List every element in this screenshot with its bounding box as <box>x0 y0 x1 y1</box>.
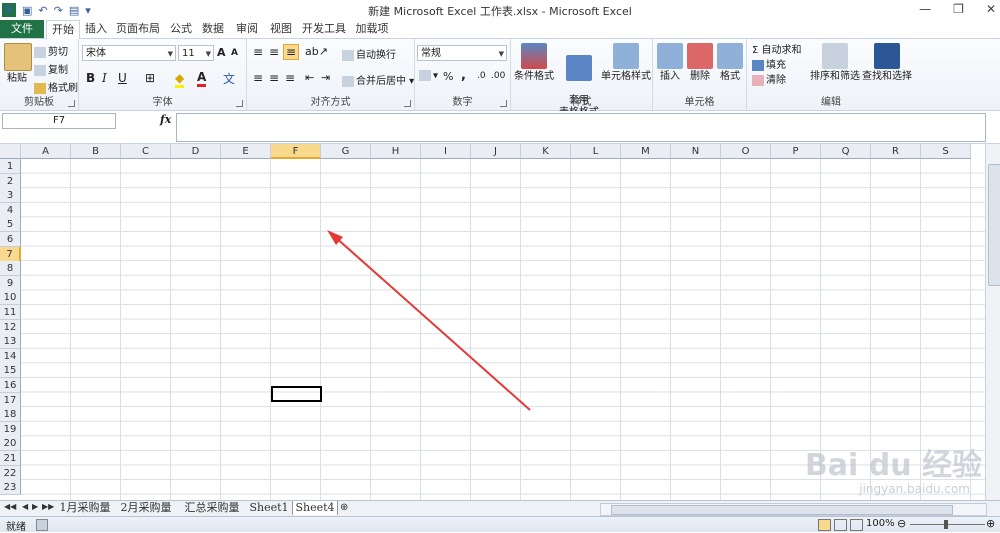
sheet-tab-sheet4[interactable]: Sheet4 <box>292 501 338 515</box>
prev-sheet-icon[interactable]: ◀ <box>22 502 28 511</box>
horizontal-scrollbar[interactable] <box>600 503 987 516</box>
next-sheet-icon[interactable]: ▶ <box>32 502 38 511</box>
sheet-tab-sheet1[interactable]: Sheet1 <box>248 501 290 515</box>
zoom-level[interactable]: 100% <box>866 518 895 529</box>
normal-view-icon[interactable] <box>818 519 831 531</box>
sheet-tab-bar: ◀◀ ◀ ▶ ▶▶ 1月采购量 2月采购量 汇总采购量 Sheet1 Sheet… <box>0 500 1000 516</box>
horizontal-scroll-thumb[interactable] <box>611 505 953 515</box>
last-sheet-icon[interactable]: ▶▶ <box>42 502 54 511</box>
new-sheet-icon[interactable]: ⊕ <box>340 502 348 513</box>
page-layout-view-icon[interactable] <box>834 519 847 531</box>
first-sheet-icon[interactable]: ◀◀ <box>4 502 16 511</box>
zoom-in-button[interactable]: ⊕ <box>986 517 995 530</box>
macro-record-icon[interactable] <box>36 519 48 531</box>
page-break-view-icon[interactable] <box>850 519 863 531</box>
status-bar: 就绪 100% ⊖ ⊕ <box>0 516 1000 533</box>
arrow-line <box>333 235 531 411</box>
baidu-watermark-url: jingyan.baidu.com <box>859 482 970 496</box>
zoom-slider-thumb[interactable] <box>944 520 948 529</box>
sheet-tab-jan[interactable]: 1月采购量 <box>56 501 114 515</box>
sheet-tab-feb[interactable]: 2月采购量 <box>117 501 175 515</box>
zoom-out-button[interactable]: ⊖ <box>897 517 906 530</box>
baidu-watermark: Bai du 经验 <box>804 448 982 483</box>
sheet-tab-summary[interactable]: 汇总采购量 <box>180 501 244 515</box>
